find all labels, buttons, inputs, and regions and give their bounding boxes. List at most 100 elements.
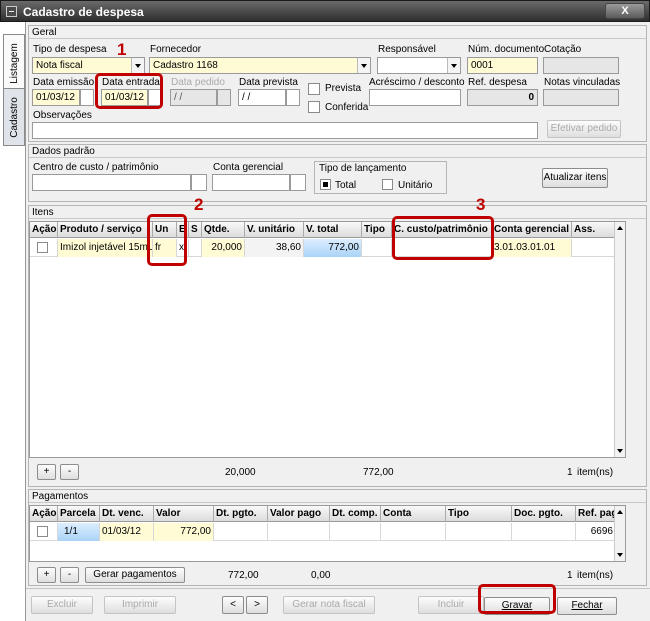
col-conta-gerencial[interactable]: Conta gerencial — [492, 222, 572, 238]
col-valor-pago[interactable]: Valor pago — [268, 506, 330, 522]
col-dt-pgto[interactable]: Dt. pgto. — [214, 506, 268, 522]
col-dt-comp[interactable]: Dt. comp. — [330, 506, 381, 522]
v-unitario-cell: 38,60 — [245, 239, 304, 257]
centro-custo-input[interactable] — [32, 174, 191, 191]
tipo-cell[interactable] — [362, 239, 392, 257]
col-produto[interactable]: Produto / serviço — [58, 222, 153, 238]
doc-pgto-cell[interactable] — [512, 523, 576, 541]
itens-scrollbar[interactable] — [614, 222, 625, 457]
incluir-button[interactable]: Incluir — [418, 596, 484, 614]
notas-vinculadas-field — [543, 89, 619, 106]
scroll-up-icon[interactable] — [617, 510, 623, 514]
itens-count: 1 — [567, 467, 573, 478]
atualizar-itens-button[interactable]: Atualizar itens — [542, 168, 608, 188]
add-item-button[interactable]: + — [37, 464, 56, 480]
centro-custo-label: Centro de custo / patrimônio — [33, 162, 159, 173]
parcela-cell[interactable]: 1/1 — [58, 523, 100, 541]
row-acao-cell — [30, 523, 58, 541]
fechar-button[interactable]: Fechar — [557, 597, 617, 615]
table-row[interactable]: Imizol injetável 15mL fr x 20,000 38,60 … — [30, 239, 616, 257]
form-content: Geral Tipo de despesa Nota fiscal Fornec… — [26, 22, 650, 621]
acrescimo-input[interactable] — [369, 89, 461, 106]
dt-comp-cell[interactable] — [330, 523, 381, 541]
data-prevista-input[interactable]: / / — [238, 89, 286, 106]
fornecedor-label: Fornecedor — [150, 44, 202, 55]
tipo-lancamento-box: Tipo de lançamento Total Unitário — [314, 161, 447, 194]
dt-venc-cell[interactable]: 01/03/12 — [100, 523, 154, 541]
col-v-unitario[interactable]: V. unitário — [245, 222, 304, 238]
row-checkbox[interactable] — [37, 242, 48, 253]
next-record-button[interactable]: > — [246, 596, 268, 614]
responsavel-select[interactable] — [377, 57, 461, 74]
col-s[interactable]: S — [189, 222, 202, 238]
tab-listagem[interactable]: Listagem — [3, 34, 25, 92]
col-valor[interactable]: Valor — [154, 506, 214, 522]
remove-item-button[interactable]: - — [60, 464, 79, 480]
previous-record-button[interactable]: < — [222, 596, 244, 614]
add-pagamento-button[interactable]: + — [37, 567, 56, 583]
row-acao-cell — [30, 239, 58, 257]
close-button[interactable]: X — [605, 3, 645, 19]
scroll-up-icon[interactable] — [617, 226, 623, 230]
unitario-checkbox[interactable] — [382, 179, 393, 190]
data-emissao-input[interactable]: 01/03/12 — [32, 89, 80, 106]
qtde-cell[interactable]: 20,000 — [202, 239, 245, 257]
col-tipo[interactable]: Tipo — [362, 222, 392, 238]
observacoes-label: Observações — [33, 110, 92, 121]
imprimir-button[interactable]: Imprimir — [104, 596, 176, 614]
notas-vinculadas-label: Notas vinculadas — [544, 77, 621, 88]
bottom-action-bar: Excluir Imprimir < > Gerar nota fiscal I… — [26, 588, 650, 621]
pagamentos-title: Pagamentos — [32, 491, 89, 502]
pagamentos-scrollbar[interactable] — [614, 506, 625, 561]
valor-cell[interactable]: 772,00 — [154, 523, 214, 541]
annotation-number-2: 2 — [194, 195, 204, 214]
gerar-nota-fiscal-button[interactable]: Gerar nota fiscal — [283, 596, 375, 614]
tab-cadastro[interactable]: Cadastro — [3, 88, 25, 146]
v-total-cell[interactable]: 772,00 — [304, 239, 362, 257]
data-prevista-picker[interactable] — [286, 89, 300, 106]
valor-pago-cell[interactable] — [268, 523, 330, 541]
chevron-down-icon[interactable] — [447, 58, 460, 73]
col-conta[interactable]: Conta — [381, 506, 446, 522]
data-emissao-picker[interactable] — [80, 89, 94, 106]
conta-gerencial-cell[interactable]: 3.01.03.01.01 — [492, 239, 572, 257]
efetivar-pedido-button[interactable]: Efetivar pedido — [547, 120, 621, 138]
col-ref-pag[interactable]: Ref. pag. — [576, 506, 616, 522]
col-acao[interactable]: Ação — [30, 222, 58, 238]
s-cell[interactable] — [189, 239, 202, 257]
conferida-checkbox[interactable] — [308, 101, 320, 113]
observacoes-input[interactable] — [32, 122, 538, 139]
chevron-down-icon[interactable] — [131, 58, 144, 73]
window-title: Cadastro de despesa — [23, 5, 144, 19]
scroll-down-icon[interactable] — [617, 449, 623, 453]
conta-cell[interactable] — [381, 523, 446, 541]
col-v-total[interactable]: V. total — [304, 222, 362, 238]
conta-gerencial-input[interactable] — [212, 174, 290, 191]
col-parcela[interactable]: Parcela — [58, 506, 100, 522]
col-ass[interactable]: Ass. — [572, 222, 616, 238]
fornecedor-select[interactable]: Cadastro 1168 — [149, 57, 371, 74]
row-checkbox[interactable] — [37, 526, 48, 537]
total-checkbox[interactable] — [320, 179, 331, 190]
col-tipo[interactable]: Tipo — [446, 506, 512, 522]
remove-pagamento-button[interactable]: - — [60, 567, 79, 583]
tipo-cell[interactable] — [446, 523, 512, 541]
tipo-despesa-select[interactable]: Nota fiscal — [32, 57, 145, 74]
excluir-button[interactable]: Excluir — [31, 596, 93, 614]
window-menu-icon[interactable] — [6, 6, 17, 17]
chevron-down-icon[interactable] — [357, 58, 370, 73]
produto-cell[interactable]: Imizol injetável 15mL — [58, 239, 153, 257]
table-row[interactable]: 1/1 01/03/12 772,00 6696 — [30, 523, 616, 541]
num-documento-input[interactable]: 0001 — [467, 57, 538, 74]
prevista-checkbox[interactable] — [308, 83, 320, 95]
col-qtde[interactable]: Qtde. — [202, 222, 245, 238]
scroll-down-icon[interactable] — [617, 553, 623, 557]
col-doc-pgto[interactable]: Doc. pgto. — [512, 506, 576, 522]
gerar-pagamentos-button[interactable]: Gerar pagamentos — [85, 567, 185, 583]
dt-pgto-cell[interactable] — [214, 523, 268, 541]
centro-custo-lookup[interactable] — [191, 174, 207, 191]
tipo-despesa-label: Tipo de despesa — [33, 44, 107, 55]
col-acao[interactable]: Ação — [30, 506, 58, 522]
conta-gerencial-lookup[interactable] — [290, 174, 306, 191]
col-dt-venc[interactable]: Dt. venc. — [100, 506, 154, 522]
